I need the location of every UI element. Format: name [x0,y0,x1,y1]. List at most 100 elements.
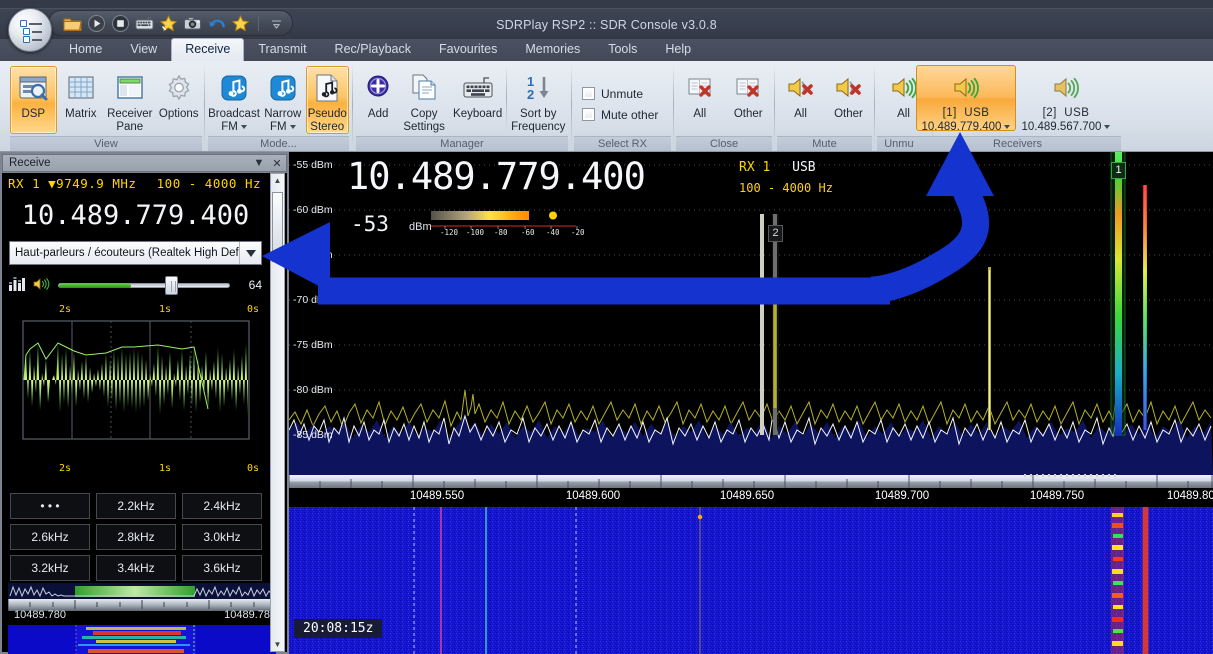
mute-other-checkbox[interactable] [582,108,595,121]
filter-button-2-2khz[interactable]: 2.2kHz [96,493,176,519]
star-icon[interactable] [231,14,250,33]
filter-button-3-0khz[interactable]: 3.0kHz [182,524,262,550]
y-axis-label-4: -75 dBm [293,339,333,351]
favourite-star-icon[interactable] [159,14,178,33]
tab-favourites[interactable]: Favourites [425,39,511,61]
tab-rec-playback[interactable]: Rec/Playback [321,39,425,61]
filter-button-3-2khz[interactable]: 3.2kHz [10,555,90,581]
unmute-checkbox-row[interactable]: Unmute [582,87,643,101]
matrix-button[interactable]: Matrix [58,66,105,134]
ribbon-group-manager: Add Copy Settings Keyboard 1 2 Sort by F… [356,62,568,151]
mini-spectrum[interactable] [7,583,276,611]
receiver-1-frequency: 10.489.779.400 [921,121,1002,133]
scrollbar-thumb[interactable] [272,192,283,262]
receiver-2-button[interactable]: [2] USB 10.489.567.700 [1016,65,1116,133]
mini-spectrum-labels: 10489.780 10489.78 [8,609,276,625]
waterfall-timestamp: 20:08:15z [294,619,383,638]
receive-frequency-display[interactable]: 10.489.779.400 [2,195,269,235]
receiver-2-mode: USB [1064,107,1090,119]
filter-button-2-6khz[interactable]: 2.6kHz [10,524,90,550]
tab-view[interactable]: View [116,39,171,61]
tab-transmit[interactable]: Transmit [244,39,320,61]
copy-settings-button[interactable]: Copy Settings [401,66,447,134]
undo-icon[interactable] [207,14,226,33]
tab-memories[interactable]: Memories [511,39,594,61]
close-all-button[interactable]: All [676,66,724,134]
waterfall-scroll-handle[interactable] [1024,468,1134,477]
music-note-page-icon [311,72,343,104]
close-other-button[interactable]: Other [725,66,773,134]
slider-handle[interactable] [164,276,178,295]
mute-other-button[interactable]: Other [825,66,872,134]
filter-bandwidth-buttons: • • • 2.2kHz 2.4kHz 2.6kHz 2.8kHz 3.0kHz… [10,493,262,581]
speaker-mute-icon [785,72,817,104]
chevron-down-icon[interactable] [240,124,247,129]
equalizer-icon[interactable] [9,276,25,295]
mini-freq-label-left: 10489.780 [14,609,66,621]
scroll-down-arrow-icon[interactable]: ▼ [272,639,283,650]
unmute-checkbox[interactable] [582,87,595,100]
filter-button-3-4khz[interactable]: 3.4kHz [96,555,176,581]
chevron-down-icon[interactable] [1104,125,1111,129]
chevron-down-icon[interactable] [239,242,261,264]
group-title-mute: Mute [777,136,872,151]
y-axis-label-6: -85 dBm [293,429,333,441]
tab-receive[interactable]: Receive [171,38,245,61]
options-button[interactable]: Options [155,66,202,134]
mini-waterfall[interactable] [8,625,276,654]
filter-button-2-8khz[interactable]: 2.8kHz [96,524,176,550]
mute-all-button[interactable]: All [777,66,824,134]
sort-by-frequency-button[interactable]: 12 Sort by Frequency [508,66,568,134]
receiver-1-button[interactable]: [1] USB 10.489.779.400 [916,65,1016,133]
spectrum-frequency-readout[interactable]: 10.489.779.400 [347,155,646,198]
customize-chevron-icon[interactable] [267,14,286,33]
broadcast-fm-button[interactable]: Broadcast FM [208,66,260,134]
filter-button-2-4khz[interactable]: 2.4kHz [182,493,262,519]
vfo-marker-1[interactable]: 1 [1111,162,1126,179]
stop-record-icon[interactable] [111,14,130,33]
speaker-on-icon[interactable] [33,276,50,295]
dsp-button[interactable]: DSP [10,66,57,134]
tab-home[interactable]: Home [55,39,116,61]
audio-device-select[interactable]: Haut-parleurs / écouteurs (Realtek High … [9,241,262,265]
scroll-up-arrow-icon[interactable]: ▲ [272,175,283,186]
quick-access-toolbar [48,10,293,36]
matrix-grid-icon [65,72,97,104]
panel-menu-chevron-icon[interactable]: ▼ [250,157,268,169]
close-icon[interactable]: ✕ [268,157,286,170]
filter-button-3-6khz[interactable]: 3.6kHz [182,555,262,581]
add-button[interactable]: Add [356,66,400,134]
y-axis-label-3: -70 dBm [293,294,333,306]
waterfall-display[interactable]: 20:08:15z [289,507,1213,654]
vfo-marker-2[interactable]: 2 [768,225,783,242]
pseudo-stereo-button[interactable]: Pseudo Stereo [305,66,349,134]
y-axis-label-0: -55 dBm [293,159,333,171]
keyboard-button[interactable]: Keyboard [448,66,508,134]
spectrum-plot[interactable]: -55 dBm -60 dBm -65 dBm -70 dBm -75 dBm … [289,152,1213,475]
svg-text:-20: -20 [571,228,585,237]
play-icon[interactable] [87,14,106,33]
s-meter-unit: dBm [409,221,432,233]
receive-panel-scrollbar[interactable]: ▲ ▼ [270,173,285,652]
options-label: Options [158,108,199,120]
chevron-down-icon[interactable] [1004,125,1011,129]
audio-scope: 2s 1s 0s 2s 1s 0s [9,303,262,475]
camera-icon[interactable] [183,14,202,33]
receiver-pane-button[interactable]: Receiver Pane [105,66,154,134]
unmute-label: Unmute [601,86,644,101]
keyboard-icon[interactable] [135,14,154,33]
tab-help[interactable]: Help [651,39,705,61]
tab-tools[interactable]: Tools [594,39,651,61]
narrow-fm-button[interactable]: Narrow FM [261,66,305,134]
open-icon[interactable] [63,14,82,33]
receiver-pane-label: Receiver Pane [107,108,153,133]
spectrum-display[interactable]: -55 dBm -60 dBm -65 dBm -70 dBm -75 dBm … [289,152,1213,654]
dsp-label: DSP [21,108,46,120]
mute-other-checkbox-row[interactable]: Mute other [582,108,658,122]
receive-panel-body: RX 1 ▼9749.9 MHz 100 - 4000 Hz 10.489.77… [2,173,287,654]
filter-button-more[interactable]: • • • [10,493,90,519]
volume-slider[interactable] [58,276,230,295]
application-menu-orb[interactable] [8,8,52,52]
chevron-down-icon[interactable] [289,124,296,129]
frequency-axis[interactable]: 10489.550 10489.600 10489.650 10489.700 … [289,474,1213,507]
